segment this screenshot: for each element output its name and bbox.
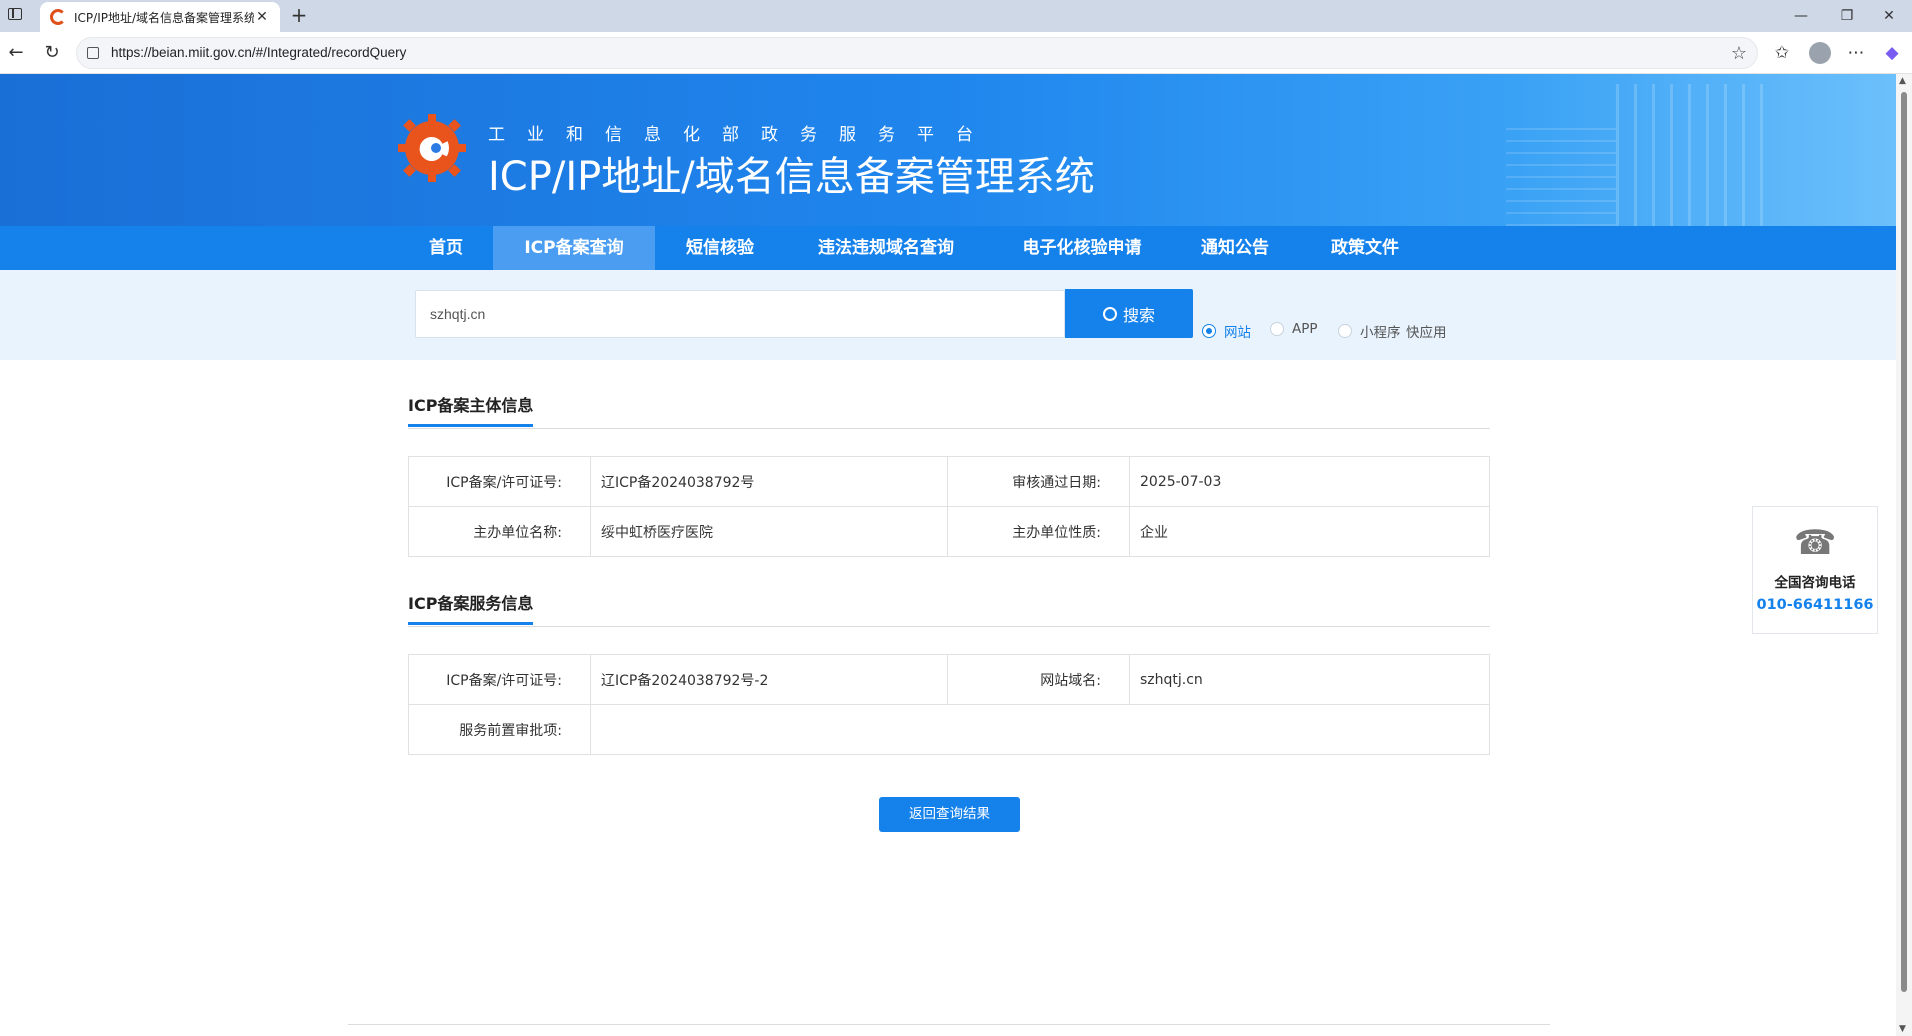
page-scrollbar[interactable]: ▲ ▼ [1896, 74, 1912, 1036]
window-close-button[interactable]: ✕ [1866, 0, 1912, 32]
site-subtitle: 工业和信息化部政务服务平台 [488, 125, 995, 145]
favorites-icon[interactable]: ✩ [1770, 41, 1794, 65]
hotline-number: 010-66411166 [1756, 597, 1874, 613]
table-row: 服务前置审批项: [408, 704, 1490, 755]
table-label: ICP备案/许可证号: [408, 654, 591, 705]
table-label: 服务前置审批项: [408, 704, 591, 755]
search-icon [1102, 306, 1117, 321]
section-divider [408, 626, 1490, 627]
tab-close-icon[interactable]: ✕ [254, 9, 270, 25]
browser-tab-bar: ICP/IP地址/域名信息备案管理系统 ✕ + — ❐ ✕ [0, 0, 1912, 32]
table-label: 网站域名: [947, 654, 1130, 705]
radio-label: 小程序 [1360, 325, 1401, 341]
radio-website[interactable]: 网站 [1202, 321, 1251, 341]
footer-divider [348, 1024, 1550, 1025]
table-label: 审核通过日期: [947, 456, 1130, 507]
table-label: 主办单位性质: [947, 506, 1130, 557]
copilot-icon[interactable]: ◆ [1880, 41, 1904, 65]
scroll-down-icon[interactable]: ▼ [1899, 1024, 1906, 1034]
search-input[interactable]: szhqtj.cn [415, 290, 1065, 338]
header-banner: 工业和信息化部政务服务平台 ICP/IP地址/域名信息备案管理系统 [0, 74, 1896, 226]
hotline-widget[interactable]: ☎ 全国咨询电话 010-66411166 [1752, 506, 1878, 634]
hotline-label: 全国咨询电话 [1774, 575, 1856, 591]
radio-label: 快应用 [1406, 325, 1447, 341]
new-tab-button[interactable]: + [288, 4, 310, 26]
tab-title: ICP/IP地址/域名信息备案管理系统 [74, 10, 254, 25]
table-value [590, 704, 1490, 755]
back-button[interactable]: ← [4, 41, 28, 65]
more-menu-icon[interactable]: ⋯ [1844, 41, 1868, 65]
subject-info-table: ICP备案/许可证号: 辽ICP备2024038792号 审核通过日期: 202… [408, 456, 1490, 557]
table-label: 主办单位名称: [408, 506, 591, 557]
browser-tab[interactable]: ICP/IP地址/域名信息备案管理系统 ✕ [40, 2, 280, 32]
table-row: ICP备案/许可证号: 辽ICP备2024038792号-2 网站域名: szh… [408, 654, 1490, 705]
address-bar[interactable]: https://beian.miit.gov.cn/#/Integrated/r… [76, 37, 1758, 69]
search-button[interactable]: 搜索 [1065, 289, 1193, 338]
phone-icon: ☎ [1793, 523, 1837, 563]
service-info-table: ICP备案/许可证号: 辽ICP备2024038792号-2 网站域名: szh… [408, 654, 1490, 755]
nav-home[interactable]: 首页 [418, 226, 474, 270]
minimize-button[interactable]: — [1778, 0, 1824, 32]
section-divider [408, 428, 1490, 429]
restore-button[interactable]: ❐ [1824, 0, 1870, 32]
address-bar-row: ← ↻ https://beian.miit.gov.cn/#/Integrat… [0, 32, 1912, 74]
table-value: 绥中虹桥医疗医院 [590, 506, 948, 557]
url-text[interactable]: https://beian.miit.gov.cn/#/Integrated/r… [111, 45, 406, 60]
search-button-label: 搜索 [1122, 305, 1155, 325]
web-page: 工业和信息化部政务服务平台 ICP/IP地址/域名信息备案管理系统 首页 ICP… [0, 74, 1896, 1036]
main-nav: 首页 ICP备案查询 短信核验 违法违规域名查询 电子化核验申请 通知公告 政策… [0, 226, 1896, 270]
nav-policies[interactable]: 政策文件 [1320, 226, 1410, 270]
service-info-title: ICP备案服务信息 [408, 590, 534, 625]
favorite-star-icon[interactable]: ☆ [1731, 43, 1747, 64]
miit-logo-icon [398, 114, 466, 182]
table-row: ICP备案/许可证号: 辽ICP备2024038792号 审核通过日期: 202… [408, 456, 1490, 507]
nav-illegal-domain[interactable]: 违法违规域名查询 [804, 226, 968, 270]
lock-icon[interactable] [87, 47, 99, 59]
table-label: ICP备案/许可证号: [408, 456, 591, 507]
radio-mini-program[interactable]: 小程序 [1338, 321, 1401, 341]
radio-quick-app[interactable]: 快应用 [1406, 321, 1447, 341]
table-value: 辽ICP备2024038792号 [590, 456, 948, 507]
table-value: 2025-07-03 [1129, 456, 1490, 507]
radio-dot-icon [1270, 322, 1284, 336]
radio-app[interactable]: APP [1270, 321, 1318, 337]
table-row: 主办单位名称: 绥中虹桥医疗医院 主办单位性质: 企业 [408, 506, 1490, 557]
scroll-up-icon[interactable]: ▲ [1899, 76, 1906, 86]
site-favicon-icon [50, 9, 66, 25]
banner-decoration [1506, 124, 1616, 226]
nav-icp-query[interactable]: ICP备案查询 [493, 226, 655, 270]
search-band: szhqtj.cn 搜索 网站 APP 小程序 快应用 [0, 270, 1896, 360]
tab-actions-icon[interactable] [8, 8, 22, 20]
table-value: 企业 [1129, 506, 1490, 557]
profile-avatar-icon[interactable] [1809, 42, 1831, 64]
reload-button[interactable]: ↻ [40, 41, 64, 65]
radio-dot-icon [1338, 324, 1352, 338]
radio-label: APP [1292, 321, 1318, 337]
table-value: 辽ICP备2024038792号-2 [590, 654, 948, 705]
subject-info-title: ICP备案主体信息 [408, 392, 534, 427]
radio-label: 网站 [1224, 325, 1251, 341]
radio-dot-icon [1202, 324, 1216, 338]
nav-notices[interactable]: 通知公告 [1190, 226, 1280, 270]
table-value: szhqtj.cn [1129, 654, 1490, 705]
back-to-results-button[interactable]: 返回查询结果 [879, 797, 1020, 832]
nav-sms-verify[interactable]: 短信核验 [672, 226, 768, 270]
nav-e-verify-apply[interactable]: 电子化核验申请 [1010, 226, 1154, 270]
scrollbar-thumb[interactable] [1901, 92, 1907, 992]
banner-decoration [1616, 84, 1776, 226]
site-title: ICP/IP地址/域名信息备案管理系统 [488, 154, 1095, 200]
